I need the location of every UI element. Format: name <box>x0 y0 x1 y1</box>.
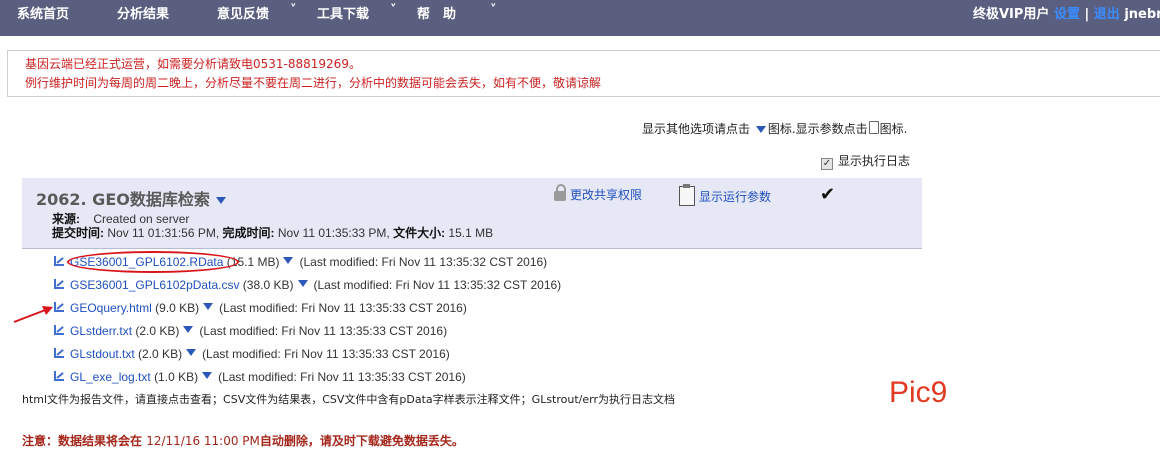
feedback-chevron-down-icon[interactable]: ˅ <box>290 3 297 18</box>
show-log-checkbox[interactable]: ✓ <box>821 158 833 170</box>
file-size: (38.0 KB) <box>242 278 294 292</box>
show-log-label: 显示执行日志 <box>838 154 911 168</box>
file-link[interactable]: GLstderr.txt <box>70 324 132 338</box>
options-dropdown-icon[interactable] <box>755 126 766 133</box>
nav-analysis-results[interactable]: 分析结果 <box>117 3 169 22</box>
lock-icon <box>554 184 566 201</box>
job-panel: 2062. GEO数据库检索 更改共享权限 显示运行参数 ✔ 来源: Creat… <box>22 178 922 249</box>
top-nav-bar: 系统首页 分析结果 意见反馈 ˅ 工具下载 ˅ 帮 助 ˅ 终极VIP用户 设置… <box>0 0 1160 36</box>
file-modified: (Last modified: Fri Nov 11 13:35:33 CST … <box>219 301 467 315</box>
tools-chevron-down-icon[interactable]: ˅ <box>390 3 397 18</box>
file-row: GLstdout.txt (2.0 KB) (Last modified: Fri… <box>54 347 450 361</box>
file-modified: (Last modified: Fri Nov 11 13:35:33 CST … <box>218 370 466 384</box>
warning-datetime: 12/11/16 11:00 PM <box>146 434 260 448</box>
file-dropdown-icon[interactable] <box>283 257 294 264</box>
size-label: 文件大小: <box>393 226 446 240</box>
file-link[interactable]: GL_exe_log.txt <box>70 370 151 384</box>
params-label: 显示运行参数 <box>699 190 772 204</box>
annotation-arrow-icon <box>13 306 53 323</box>
notice-line-2: 例行维护时间为每周的周二晚上，分析尽量不要在周二进行，分析中的数据可能会丢失，如… <box>25 76 602 90</box>
file-row: GEOquery.html (9.0 KB) (Last modified: Fr… <box>54 301 467 315</box>
file-modified: (Last modified: Fri Nov 11 13:35:33 CST … <box>199 324 448 338</box>
deletion-warning: 注意：数据结果将会在 12/11/16 11:00 PM自动删除，请及时下载避免… <box>22 432 464 449</box>
job-menu-dropdown-icon[interactable] <box>215 197 226 204</box>
username: jnebn <box>1124 7 1160 22</box>
file-dropdown-icon[interactable] <box>203 303 214 310</box>
logout-link[interactable]: 退出 <box>1094 7 1120 22</box>
job-meta: 来源: Created on server 提交时间: Nov 11 01:31… <box>52 212 493 240</box>
file-row: GSE36001_GPL6102pData.csv (38.0 KB) (Last… <box>54 278 561 292</box>
user-area: 终极VIP用户 设置 | 退出 jnebn <box>973 3 1160 22</box>
highlight-oval <box>67 251 239 273</box>
clipboard-params-icon <box>679 184 695 206</box>
nav-help[interactable]: 帮 助 <box>417 3 456 22</box>
options-text-c: 图标. <box>879 122 908 136</box>
complete-label: 完成时间: <box>222 226 275 240</box>
file-modified: (Last modified: Fri Nov 11 13:35:32 CST … <box>313 278 562 292</box>
vip-label: 终极VIP用户 <box>973 7 1050 22</box>
options-text-b: 图标.显示参数点击 <box>767 122 868 136</box>
options-hint: 显示其他选项请点击 图标.显示参数点击 图标. <box>642 120 908 137</box>
clipboard-icon[interactable] <box>868 121 879 134</box>
nav-tool-download[interactable]: 工具下载 <box>317 3 369 22</box>
submit-value: Nov 11 01:31:56 PM, <box>107 226 220 240</box>
file-size: (1.0 KB) <box>154 370 199 384</box>
file-link[interactable]: GEOquery.html <box>70 301 152 315</box>
file-row: GLstderr.txt (2.0 KB) (Last modified: Fri… <box>54 324 447 338</box>
separator: | <box>1084 7 1090 22</box>
help-text: html文件为报告文件，请直接点击查看；CSV文件为结果表，CSV文件中含有pD… <box>22 393 675 406</box>
file-dropdown-icon[interactable] <box>297 280 308 287</box>
source-value: Created on server <box>93 212 190 226</box>
file-dropdown-icon[interactable] <box>202 372 213 379</box>
file-link[interactable]: GLstdout.txt <box>70 347 135 361</box>
notice-box: 基因云端已经正式运营，如需要分析请致电0531-88819269。 例行维护时间… <box>7 50 1160 97</box>
show-run-params-link[interactable]: 显示运行参数 <box>679 184 772 206</box>
nav-feedback[interactable]: 意见反馈 <box>217 3 269 22</box>
help-chevron-down-icon[interactable]: ˅ <box>490 3 497 18</box>
file-modified: (Last modified: Fri Nov 11 13:35:32 CST … <box>299 255 548 269</box>
options-text-a: 显示其他选项请点击 <box>642 122 751 136</box>
warning-suffix: 自动删除，请及时下载避免数据丢失。 <box>259 434 464 448</box>
pic-label: Pic9 <box>889 376 948 409</box>
file-dropdown-icon[interactable] <box>186 349 197 356</box>
job-title: 2062. GEO数据库检索 <box>36 186 228 210</box>
download-icon[interactable] <box>54 348 64 358</box>
file-size: (2.0 KB) <box>138 347 183 361</box>
show-log-toggle[interactable]: ✓ 显示执行日志 <box>821 152 910 170</box>
change-share-permission-link[interactable]: 更改共享权限 <box>554 184 643 203</box>
share-label: 更改共享权限 <box>570 188 643 202</box>
status-check-icon: ✔ <box>820 184 836 204</box>
job-title-text: 2062. GEO数据库检索 <box>36 190 210 209</box>
size-value: 15.1 MB <box>448 226 494 240</box>
file-dropdown-icon[interactable] <box>183 326 194 333</box>
notice-line-1: 基因云端已经正式运营，如需要分析请致电0531-88819269。 <box>25 57 361 71</box>
file-link[interactable]: GSE36001_GPL6102pData.csv <box>70 278 239 292</box>
warning-prefix: 注意：数据结果将会在 <box>22 434 143 448</box>
file-size: (9.0 KB) <box>155 301 200 315</box>
file-row: GL_exe_log.txt (1.0 KB) (Last modified: F… <box>54 370 466 384</box>
download-icon[interactable] <box>54 371 64 381</box>
file-modified: (Last modified: Fri Nov 11 13:35:33 CST … <box>202 347 450 361</box>
file-size: (2.0 KB) <box>135 324 180 338</box>
complete-value: Nov 11 01:35:33 PM, <box>277 226 390 240</box>
settings-link[interactable]: 设置 <box>1054 7 1080 22</box>
